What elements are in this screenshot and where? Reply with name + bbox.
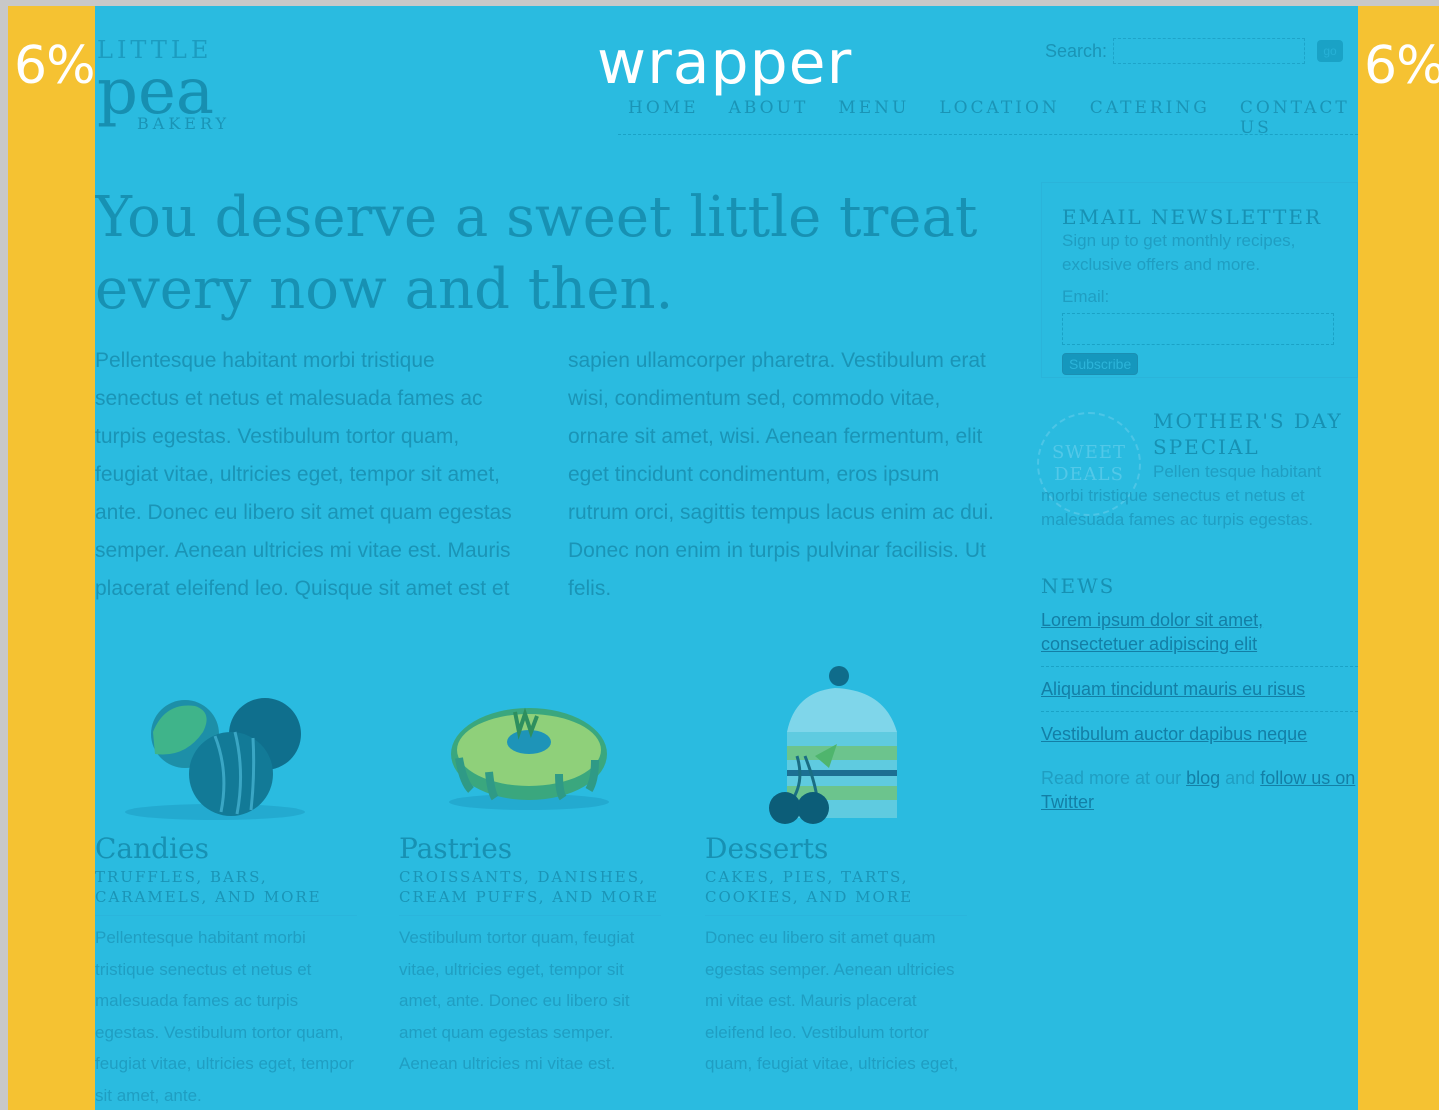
special-heading: MOTHER'S DAY SPECIAL — [1153, 409, 1343, 459]
layout-diagram: 6% 6% LITTLE pea BAKERY Search: go HOME … — [8, 6, 1439, 1110]
product-description: Pellentesque habitant morbi tristique se… — [95, 928, 354, 1105]
wrapper-label: wrapper — [597, 28, 853, 98]
nav-catering[interactable]: CATERING — [1090, 98, 1210, 134]
nav-menu[interactable]: MENU — [838, 98, 909, 134]
product-subtitle: CROISSANTS, DANISHES, CREAM PUFFS, AND M… — [399, 867, 661, 916]
pastries-image — [399, 662, 661, 826]
product-subtitle: CAKES, PIES, TARTS, COOKIES, AND MORE — [705, 867, 967, 916]
newsletter-text: Sign up to get monthly recipes, exclusiv… — [1062, 231, 1296, 274]
news-heading: NEWS — [1041, 574, 1116, 598]
logo[interactable]: LITTLE pea BAKERY — [97, 36, 227, 133]
news-more-and: and — [1225, 768, 1256, 788]
product-title[interactable]: Desserts — [705, 832, 967, 865]
product-subtitle: TRUFFLES, BARS, CARAMELS, AND MORE — [95, 867, 357, 916]
product-pastries: Pastries CROISSANTS, DANISHES, CREAM PUF… — [399, 662, 661, 1080]
logo-bakery: BAKERY — [137, 114, 231, 133]
page-headline: You deserve a sweet little treat every n… — [95, 185, 978, 322]
intro-text: Pellentesque habitant morbi tristique se… — [95, 349, 994, 600]
product-candies: Candies TRUFFLES, BARS, CARAMELS, AND MO… — [95, 662, 357, 1110]
special-text: Pellen tesque habitant morbi tristique s… — [1041, 462, 1322, 529]
search-go-button[interactable]: go — [1317, 40, 1344, 62]
nav-home[interactable]: HOME — [628, 98, 699, 134]
candies-image — [95, 662, 357, 826]
product-description: Donec eu libero sit amet quam egestas se… — [705, 928, 959, 1073]
product-desserts: Desserts CAKES, PIES, TARTS, COOKIES, AN… — [705, 662, 967, 1080]
search-input[interactable] — [1113, 38, 1306, 64]
blog-link[interactable]: blog — [1186, 768, 1220, 788]
special-offer: SWEET DEALS MOTHER'S DAY SPECIAL Pellen … — [1037, 404, 1358, 564]
newsletter-heading: EMAIL NEWSLETTER — [1062, 205, 1323, 229]
logo-pea: pea — [97, 55, 214, 129]
main-nav: HOME ABOUT MENU LOCATION CATERING CONTAC… — [618, 94, 1358, 138]
product-title[interactable]: Candies — [95, 832, 357, 865]
news-more-text: Read more at our blog and follow us on T… — [1041, 766, 1358, 814]
email-field[interactable] — [1062, 313, 1334, 345]
go-label: go — [1323, 44, 1337, 58]
search-bar: Search: go — [1045, 38, 1344, 64]
product-description: Vestibulum tortor quam, feugiat vitae, u… — [399, 928, 635, 1073]
news-link[interactable]: Lorem ipsum dolor sit amet, consectetuer… — [1041, 598, 1358, 667]
wrapper-region: LITTLE pea BAKERY Search: go HOME ABOUT … — [95, 6, 1358, 1110]
left-margin-label: 6% — [14, 36, 95, 96]
sidebar: EMAIL NEWSLETTER Sign up to get monthly … — [1037, 182, 1358, 814]
news-link[interactable]: Vestibulum auctor dapibus neque — [1041, 712, 1358, 756]
email-label: Email: — [1062, 287, 1110, 306]
nav-contact-us[interactable]: CONTACT US — [1240, 98, 1350, 138]
nav-location[interactable]: LOCATION — [939, 98, 1059, 134]
nav-about[interactable]: ABOUT — [729, 98, 809, 134]
product-title[interactable]: Pastries — [399, 832, 661, 865]
search-label: Search: — [1045, 40, 1108, 61]
desserts-image — [705, 662, 967, 826]
right-margin-label: 6% — [1364, 36, 1439, 96]
subscribe-button[interactable]: Subscribe — [1062, 353, 1139, 375]
news-link[interactable]: Aliquam tincidunt mauris eu risus — [1041, 667, 1358, 712]
news-more-prefix: Read more at our — [1041, 768, 1182, 788]
newsletter-box: EMAIL NEWSLETTER Sign up to get monthly … — [1041, 182, 1358, 378]
